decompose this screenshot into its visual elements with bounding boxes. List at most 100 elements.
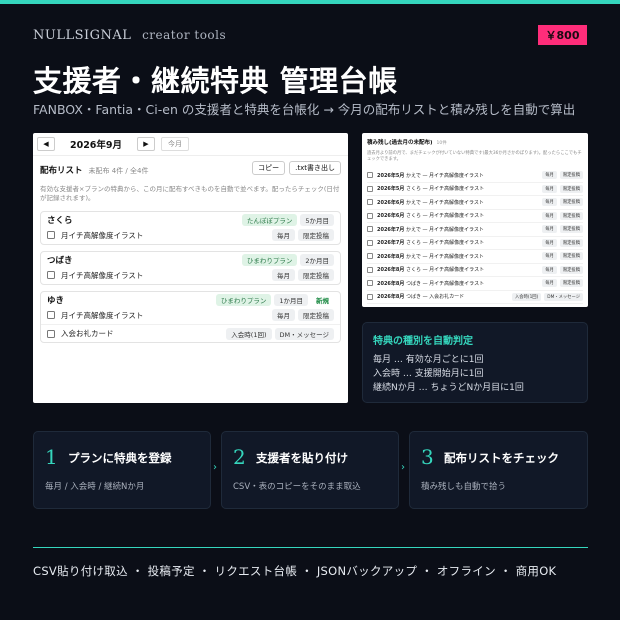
checkbox-icon[interactable] xyxy=(367,199,373,206)
distribution-panel: ◀ 2026年9月 ▶ 今月 配布リスト 未配布 4件 / 全4件 コピー .t… xyxy=(33,133,348,403)
delivery-tag: 限定投稿 xyxy=(559,238,583,247)
backlog-item: 2026年8月 さくら — 月イチ高解像度イラスト xyxy=(377,266,539,273)
checkbox-icon[interactable] xyxy=(367,266,373,273)
list-actions: コピー .txt書き出し xyxy=(252,161,341,175)
backlog-text: さくら — 月イチ高解像度イラスト xyxy=(406,186,485,193)
info-line: 入会時 … 支援開始月に1回 xyxy=(373,368,484,379)
backlog-item: 2026年5月 さくら — 月イチ高解像度イラスト xyxy=(377,185,539,192)
backlog-list: 2026年5月 かえで — 月イチ高解像度イラスト 毎月 限定投稿 2026年5月 さ… xyxy=(367,169,583,304)
footer-divider xyxy=(33,547,588,548)
checkbox-icon[interactable] xyxy=(47,329,55,338)
backlog-date: 2026年8月 xyxy=(377,267,405,274)
list-description: 有効な支援者×プランの特典から、この月に配布すべきものを自動で並べます。配ったら… xyxy=(40,185,340,203)
divider xyxy=(33,155,348,156)
backlog-item: 2026年8月 つばき — 月イチ高解像度イラスト xyxy=(377,280,539,287)
supporter-name: さくら xyxy=(47,215,73,226)
checkbox-icon[interactable] xyxy=(367,239,373,246)
frequency-tag: 入会時(1回) xyxy=(512,292,542,301)
delivery-tag: DM・メッセージ xyxy=(274,327,334,340)
card-header: ゆき ひまわりプラン 1か月目 新規 xyxy=(41,292,340,306)
top-accent-bar xyxy=(0,0,620,4)
backlog-date: 2026年7月 xyxy=(377,240,405,247)
reward-row: 月イチ高解像度イラスト 毎月 限定投稿 xyxy=(41,266,340,284)
backlog-item: 2026年6月 かえで — 月イチ高解像度イラスト xyxy=(377,199,539,206)
backlog-title: 積み残し(過去月の未配布) xyxy=(367,140,433,146)
auto-detect-info: 特典の種別を自動判定 毎月 … 有効な月ごとに1回 入会時 … 支援開始月に1回… xyxy=(362,322,588,403)
today-button[interactable]: 今月 xyxy=(161,137,189,151)
backlog-text: つばき — 入会お礼カード xyxy=(406,294,465,301)
backlog-text: かえで — 月イチ高解像度イラスト xyxy=(406,172,484,179)
brand-sub: creator tools xyxy=(142,28,227,42)
reward-name: 月イチ高解像度イラスト xyxy=(61,230,144,240)
checkbox-icon[interactable] xyxy=(47,271,55,279)
backlog-text: かえで — 月イチ高解像度イラスト xyxy=(406,253,484,260)
delivery-tag: 限定投稿 xyxy=(559,184,583,193)
backlog-row: 2026年5月 さくら — 月イチ高解像度イラスト 毎月 限定投稿 xyxy=(367,183,583,196)
chevron-right-icon: ▶ xyxy=(143,140,149,148)
checkbox-icon[interactable] xyxy=(367,226,373,233)
feature-list: CSV貼り付け取込 ・ 投稿予定 ・ リクエスト台帳 ・ JSONバックアップ … xyxy=(33,564,557,578)
delivery-tag: DM・メッセージ xyxy=(544,292,583,301)
checkbox-icon[interactable] xyxy=(367,280,373,287)
backlog-date: 2026年7月 xyxy=(377,226,405,233)
checkbox-icon[interactable] xyxy=(47,231,55,239)
frequency-tag: 毎月 xyxy=(542,225,557,234)
copy-button[interactable]: コピー xyxy=(252,161,286,175)
next-month-button[interactable]: ▶ xyxy=(137,137,155,151)
info-line: 継続Nか月 … ちょうどNか月目に1回 xyxy=(373,382,524,393)
delivery-tag: 限定投稿 xyxy=(559,211,583,220)
backlog-date: 2026年8月 xyxy=(377,280,405,287)
list-title: 配布リスト xyxy=(40,166,83,176)
current-month: 2026年9月 xyxy=(69,140,123,151)
backlog-row: 2026年5月 かえで — 月イチ高解像度イラスト 毎月 限定投稿 xyxy=(367,169,583,183)
month-tag: 1か月目 xyxy=(274,293,308,306)
reward-name: 月イチ高解像度イラスト xyxy=(61,270,144,280)
backlog-item: 2026年8月 かえで — 月イチ高解像度イラスト xyxy=(377,253,539,260)
backlog-item: 2026年6月 さくら — 月イチ高解像度イラスト xyxy=(377,212,539,219)
new-badge: 新規 xyxy=(311,293,334,306)
checkbox-icon[interactable] xyxy=(367,293,373,300)
backlog-item: 2026年7月 かえで — 月イチ高解像度イラスト xyxy=(377,226,539,233)
frequency-tag: 毎月 xyxy=(272,309,295,321)
subline: FANBOX・Fantia・Ci-en の支援者と特典を台帳化 → 今月の配布リ… xyxy=(33,102,576,117)
prev-month-button[interactable]: ◀ xyxy=(37,137,55,151)
step-number: 1 xyxy=(45,445,58,469)
export-txt-button[interactable]: .txt書き出し xyxy=(289,161,341,175)
backlog-date: 2026年6月 xyxy=(377,199,405,206)
frequency-tag: 毎月 xyxy=(542,198,557,207)
supporter-card: つばき ひまわりプラン 2か月目 月イチ高解像度イラスト 毎月 限定投稿 xyxy=(40,251,341,285)
checkbox-icon[interactable] xyxy=(47,311,55,319)
backlog-text: かえで — 月イチ高解像度イラスト xyxy=(406,226,484,233)
card-header: つばき ひまわりプラン 2か月目 xyxy=(41,252,340,266)
backlog-date: 2026年6月 xyxy=(377,213,405,220)
backlog-header: 積み残し(過去月の未配布) 10件 xyxy=(367,138,447,146)
chevron-right-icon: › xyxy=(213,462,217,473)
month-tag: 2か月目 xyxy=(300,253,334,266)
month-tag: 5か月目 xyxy=(300,213,334,226)
delivery-tag: 限定投稿 xyxy=(559,171,583,180)
delivery-tag: 限定投稿 xyxy=(559,252,583,261)
backlog-count: 10件 xyxy=(436,141,447,146)
backlog-text: つばき — 月イチ高解像度イラスト xyxy=(406,280,485,287)
checkbox-icon[interactable] xyxy=(367,253,373,260)
reward-row: 月イチ高解像度イラスト 毎月 限定投稿 xyxy=(41,226,340,244)
delivery-tag: 限定投稿 xyxy=(298,269,334,281)
price-badge: ￥800 xyxy=(538,25,587,45)
backlog-row: 2026年8月 かえで — 月イチ高解像度イラスト 毎月 限定投稿 xyxy=(367,250,583,264)
step-2: 2 支援者を貼り付け CSV・表のコピーをそのまま取込 xyxy=(221,431,399,509)
step-description: 積み残しも自動で拾う xyxy=(421,482,507,492)
brand-name: NULLSIGNAL xyxy=(33,28,132,43)
checkbox-icon[interactable] xyxy=(367,212,373,219)
step-description: 毎月 / 入会時 / 継続Nか月 xyxy=(45,482,145,492)
list-meta: 未配布 4件 / 全4件 xyxy=(88,167,149,175)
brand: NULLSIGNAL creator tools xyxy=(33,28,226,43)
frequency-tag: 毎月 xyxy=(542,238,557,247)
checkbox-icon[interactable] xyxy=(367,185,373,192)
supporter-name: ゆき xyxy=(47,295,65,306)
headline: 支援者・継続特典 管理台帳 xyxy=(33,64,398,98)
plan-tag: ひまわりプラン xyxy=(215,293,272,306)
step-1: 1 プランに特典を登録 毎月 / 入会時 / 継続Nか月 xyxy=(33,431,211,509)
step-title: プランに特典を登録 xyxy=(68,451,172,465)
checkbox-icon[interactable] xyxy=(367,172,373,179)
step-number: 2 xyxy=(233,445,246,469)
